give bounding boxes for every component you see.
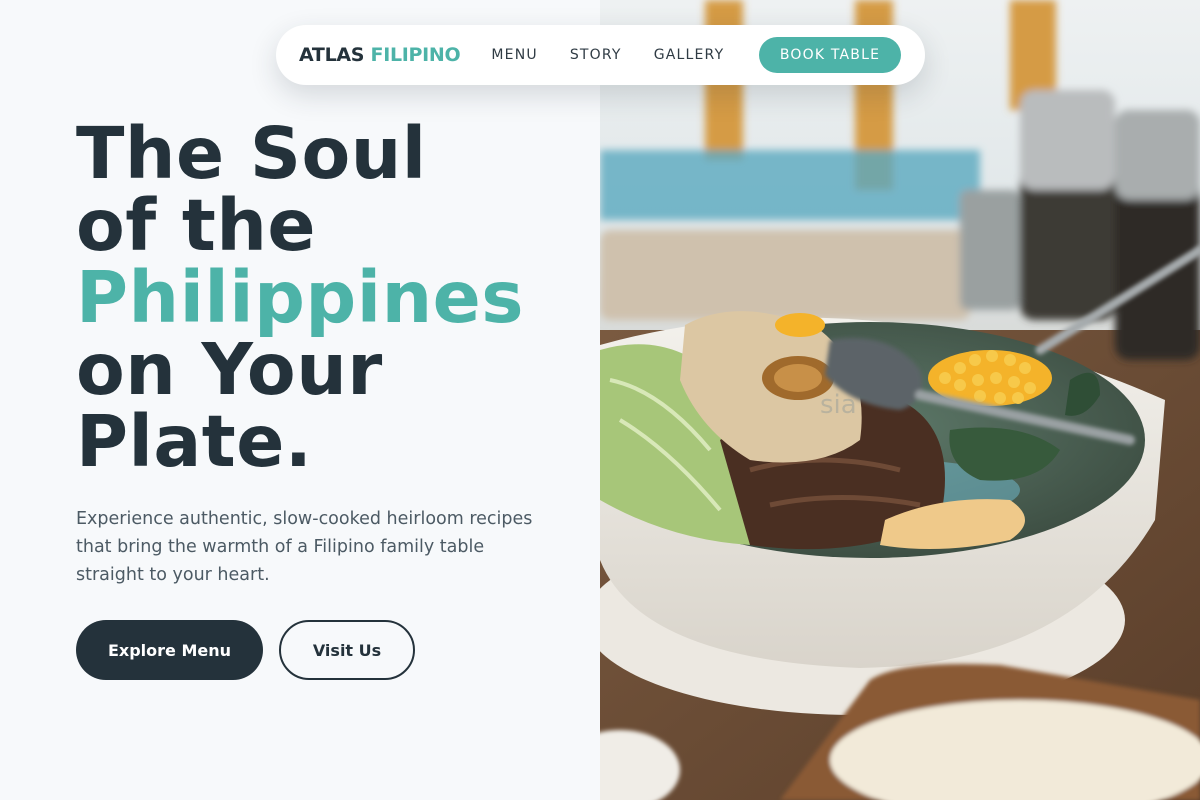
headline-line: on Your: [76, 328, 383, 411]
headline-line: The Soul: [76, 112, 427, 195]
nav-link-story[interactable]: STORY: [570, 47, 622, 63]
nav-links: MENU STORY GALLERY: [491, 47, 724, 63]
visit-us-button[interactable]: Visit Us: [279, 620, 415, 680]
brand-main: ATLAS: [299, 44, 365, 66]
headline-accent: Philippines: [76, 256, 525, 339]
nav-link-gallery[interactable]: GALLERY: [654, 47, 725, 63]
explore-menu-button[interactable]: Explore Menu: [76, 620, 263, 680]
brand-logo[interactable]: ATLAS FILIPINO: [299, 44, 461, 66]
headline-line: Plate.: [76, 400, 313, 483]
hero-headline: The Soul of the Philippines on Your Plat…: [76, 118, 524, 478]
photo-watermark: sia: [820, 390, 857, 420]
book-table-button[interactable]: BOOK TABLE: [759, 37, 901, 73]
top-navigation: ATLAS FILIPINO MENU STORY GALLERY BOOK T…: [276, 25, 925, 85]
brand-accent: FILIPINO: [370, 44, 461, 66]
food-photo-image: [600, 0, 1200, 800]
hero-photo: sia: [600, 0, 1200, 800]
nav-link-menu[interactable]: MENU: [491, 47, 537, 63]
hero-left-panel: The Soul of the Philippines on Your Plat…: [0, 0, 600, 800]
headline-line: of the: [76, 184, 317, 267]
hero-subtext: Experience authentic, slow-cooked heirlo…: [76, 509, 533, 585]
